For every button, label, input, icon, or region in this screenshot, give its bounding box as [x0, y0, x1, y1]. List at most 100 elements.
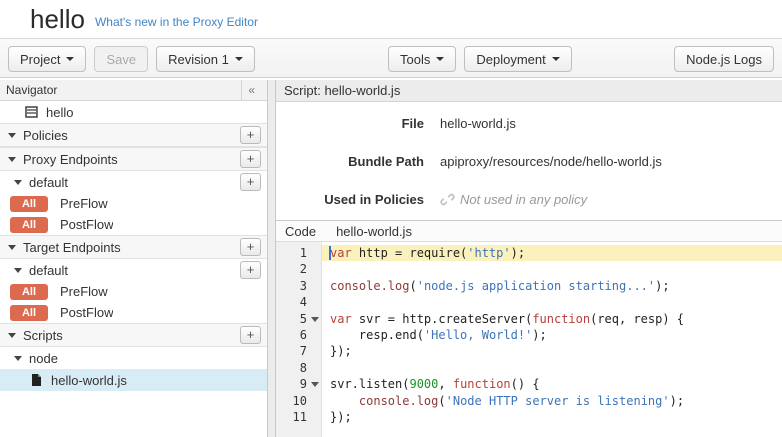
navigator-title: Navigator: [6, 83, 57, 97]
revision-dropdown[interactable]: Revision 1: [156, 46, 255, 72]
panel-divider[interactable]: [268, 80, 276, 437]
flow-badge[interactable]: All: [10, 196, 48, 212]
code-token-plain: svr.listen(: [330, 377, 409, 391]
code-line[interactable]: svr.listen(9000, function() {: [322, 376, 782, 392]
save-button-label: Save: [106, 52, 136, 67]
expand-triangle-icon[interactable]: [8, 333, 16, 338]
gutter-line-number: 9: [276, 376, 321, 392]
flow-badge[interactable]: All: [10, 217, 48, 233]
code-line[interactable]: console.log('node.js application startin…: [322, 278, 782, 294]
code-token-num: 9000: [409, 377, 438, 391]
app-header: hello What's new in the Proxy Editor: [0, 0, 782, 38]
gutter-line-number: 1: [276, 245, 321, 261]
editor-gutter: 1234567891011: [276, 242, 322, 437]
navigator-header: Navigator «: [0, 80, 267, 101]
add-button-default[interactable]: +: [240, 261, 261, 279]
field-label: Used in Policies: [276, 192, 424, 207]
code-token-plain: () {: [511, 377, 540, 391]
field-value-text: Not used in any policy: [460, 192, 587, 207]
expand-triangle-icon[interactable]: [14, 356, 22, 361]
fold-arrow-icon[interactable]: [311, 382, 319, 387]
code-token-plain: resp.end(: [330, 328, 424, 342]
code-bar: Code hello-world.js: [276, 220, 782, 242]
code-token-plain: );: [655, 279, 669, 293]
nav-item-preflow[interactable]: All PreFlow: [0, 193, 267, 214]
code-editor[interactable]: 1234567891011 var http = require('http')…: [276, 242, 782, 437]
field-label: File: [276, 116, 424, 131]
nav-item-default[interactable]: default+: [0, 259, 267, 281]
nav-item-node[interactable]: node: [0, 347, 267, 369]
code-token-kw: function: [532, 312, 590, 326]
code-line[interactable]: var http = require('http');: [322, 245, 782, 261]
code-line[interactable]: [322, 261, 782, 277]
chevron-down-icon: [235, 57, 243, 61]
nav-item-scripts[interactable]: Scripts+: [0, 323, 267, 347]
code-token-support: console.log: [330, 279, 409, 293]
code-line[interactable]: resp.end('Hello, World!');: [322, 327, 782, 343]
expand-triangle-icon[interactable]: [8, 157, 16, 162]
nav-item-postflow[interactable]: All PostFlow: [0, 302, 267, 323]
nav-item-proxy-endpoints[interactable]: Proxy Endpoints+: [0, 147, 267, 171]
revision-dropdown-label: Revision 1: [168, 52, 229, 67]
gutter-line-number: 5: [276, 311, 321, 327]
fold-arrow-icon[interactable]: [311, 317, 319, 322]
code-line[interactable]: var svr = http.createServer(function(req…: [322, 311, 782, 327]
code-line[interactable]: [322, 360, 782, 376]
expand-triangle-icon[interactable]: [14, 180, 22, 185]
code-filename: hello-world.js: [336, 224, 412, 239]
code-token-str: 'Node HTTP server is listening': [446, 394, 670, 408]
code-token-plain: svr = http.createServer(: [352, 312, 533, 326]
gutter-line-number: 11: [276, 409, 321, 425]
nav-item-target-endpoints[interactable]: Target Endpoints+: [0, 235, 267, 259]
code-line[interactable]: [322, 294, 782, 310]
add-button-proxy-endpoints[interactable]: +: [240, 150, 261, 168]
field-value: Not used in any policy: [440, 192, 587, 207]
code-line[interactable]: });: [322, 343, 782, 359]
expand-triangle-icon[interactable]: [8, 133, 16, 138]
collapse-navigator-icon[interactable]: «: [241, 80, 261, 100]
code-line[interactable]: });: [322, 409, 782, 425]
nav-item-hello-world-js[interactable]: hello-world.js: [0, 369, 267, 391]
save-button[interactable]: Save: [94, 46, 148, 72]
flow-badge[interactable]: All: [10, 305, 48, 321]
expand-triangle-icon[interactable]: [14, 268, 22, 273]
text-cursor: [329, 246, 331, 260]
deployment-dropdown[interactable]: Deployment: [464, 46, 571, 72]
deployment-dropdown-label: Deployment: [476, 52, 545, 67]
nav-item-postflow[interactable]: AllPostFlow: [0, 214, 267, 235]
tools-dropdown[interactable]: Tools: [388, 46, 456, 72]
nav-item-hello[interactable]: hello: [0, 101, 267, 123]
nav-item-policies[interactable]: Policies+: [0, 123, 267, 147]
code-token-str: 'Hello, World!': [424, 328, 532, 342]
field-value: hello-world.js: [440, 116, 516, 131]
nav-item-label: PostFlow: [60, 305, 113, 320]
script-panel-header: Script: hello-world.js: [276, 80, 782, 102]
proxy-overview-icon: [25, 105, 38, 119]
whats-new-link[interactable]: What's new in the Proxy Editor: [95, 15, 258, 29]
nav-item-preflow[interactable]: AllPreFlow: [0, 281, 267, 302]
add-button-scripts[interactable]: +: [240, 326, 261, 344]
code-token-str: 'node.js application starting...': [417, 279, 655, 293]
add-button-default[interactable]: +: [240, 173, 261, 191]
add-button-target-endpoints[interactable]: +: [240, 238, 261, 256]
code-token-plain: [330, 394, 359, 408]
add-button-policies[interactable]: +: [240, 126, 261, 144]
nodejs-logs-button[interactable]: Node.js Logs: [674, 46, 774, 72]
nav-item-label: node: [29, 351, 261, 366]
code-line[interactable]: console.log('Node HTTP server is listeni…: [322, 393, 782, 409]
code-token-plain: http = require(: [352, 246, 468, 260]
script-detail-form: Filehello-world.jsBundle Pathapiproxy/re…: [276, 102, 782, 220]
nav-item-default[interactable]: default+: [0, 171, 267, 193]
nav-item-label: PreFlow: [60, 196, 108, 211]
code-token-plain: });: [330, 344, 352, 358]
project-dropdown[interactable]: Project: [8, 46, 86, 72]
nodejs-logs-button-label: Node.js Logs: [686, 52, 762, 67]
expand-triangle-icon[interactable]: [8, 245, 16, 250]
editor-code-pane[interactable]: var http = require('http'); console.log('…: [322, 242, 782, 437]
flow-badge[interactable]: All: [10, 284, 48, 300]
nav-item-label: Target Endpoints: [23, 240, 240, 255]
field-row-used-in-policies: Used in Policies Not used in any policy: [276, 184, 782, 220]
chevron-down-icon: [436, 57, 444, 61]
nav-item-label: hello-world.js: [51, 373, 261, 388]
code-token-kw: var: [330, 246, 352, 260]
